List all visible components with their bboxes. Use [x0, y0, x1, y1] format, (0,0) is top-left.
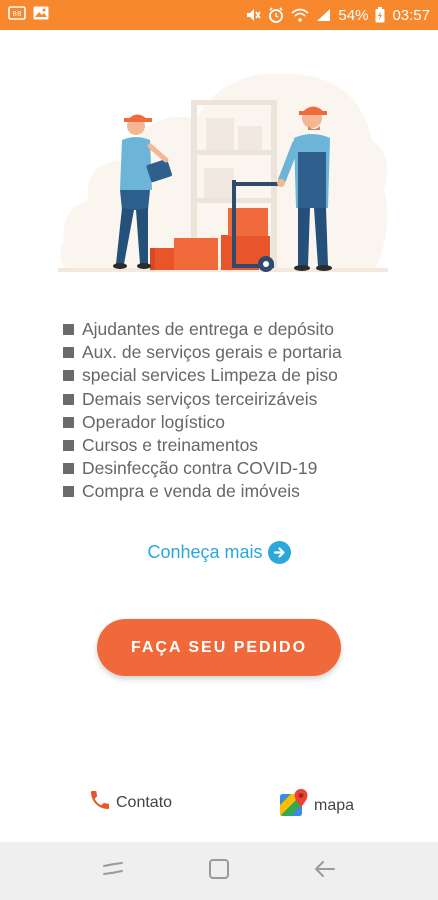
list-item: Cursos e treinamentos: [63, 434, 403, 457]
recent-apps-icon: [101, 859, 125, 884]
bullet-square-icon: [63, 486, 74, 498]
alarm-icon: [268, 7, 284, 23]
learn-more-label: Conheça mais: [147, 542, 263, 562]
list-item: Compra e venda de imóveis: [63, 480, 403, 503]
image-icon: [33, 6, 49, 24]
bullet-square-icon: [63, 416, 74, 428]
bullet-square-icon: [63, 393, 74, 405]
bullet-square-icon: [63, 463, 74, 475]
service-label: Compra e venda de imóveis: [82, 481, 300, 502]
map-link[interactable]: mapa: [278, 788, 354, 823]
list-item: Operador logístico: [63, 411, 403, 434]
home-icon: [208, 858, 230, 885]
mute-icon: [245, 7, 262, 23]
list-item: Aux. de serviços gerais e portaria: [63, 341, 403, 364]
map-label: mapa: [314, 796, 355, 814]
navigation-bar: [0, 842, 438, 900]
learn-more-link[interactable]: Conheça mais: [0, 541, 438, 564]
bullet-square-icon: [63, 370, 74, 382]
google-maps-icon: [278, 788, 310, 823]
back-icon: [313, 858, 337, 885]
home-button[interactable]: [199, 851, 239, 891]
arrow-right-circle-icon: [267, 541, 291, 564]
gallery-icon: 88: [8, 6, 26, 24]
service-label: Cursos e treinamentos: [82, 435, 259, 456]
bullet-square-icon: [63, 324, 74, 336]
clock: 03:57: [392, 6, 430, 24]
list-item: Desinfecção contra COVID-19: [63, 457, 403, 480]
service-label: Desinfecção contra COVID-19: [82, 458, 318, 479]
bullet-square-icon: [63, 440, 74, 452]
list-item: Demais serviços terceirizáveis: [63, 388, 403, 411]
status-left: 88: [8, 6, 49, 24]
recent-apps-button[interactable]: [93, 851, 133, 891]
phone-icon: [88, 788, 112, 817]
status-right: 54% 03:57: [245, 7, 430, 24]
bullet-square-icon: [63, 347, 74, 359]
service-label: Ajudantes de entrega e depósito: [82, 319, 334, 340]
status-bar: 88 54% 03:57: [0, 0, 438, 30]
svg-text:88: 88: [13, 10, 22, 18]
back-button[interactable]: [305, 851, 345, 891]
list-item: Ajudantes de entrega e depósito: [63, 318, 403, 341]
service-label: Aux. de serviços gerais e portaria: [82, 342, 342, 363]
battery-percent: 54%: [338, 6, 369, 24]
list-item: special services Limpeza de piso: [63, 364, 403, 387]
service-label: Operador logístico: [82, 411, 225, 432]
contact-label: Contato: [116, 793, 173, 811]
signal-icon: [316, 8, 331, 22]
service-label: special services Limpeza de piso: [82, 365, 338, 386]
wifi-icon: [291, 8, 309, 22]
hero-illustration: [58, 60, 388, 278]
contact-link[interactable]: Contato: [88, 788, 172, 817]
battery-icon: [375, 7, 385, 23]
services-list: Ajudantes de entrega e depósito Aux. de …: [63, 318, 403, 504]
order-button[interactable]: FAÇA SEU PEDIDO: [97, 619, 341, 676]
service-label: Demais serviços terceirizáveis: [82, 388, 318, 409]
